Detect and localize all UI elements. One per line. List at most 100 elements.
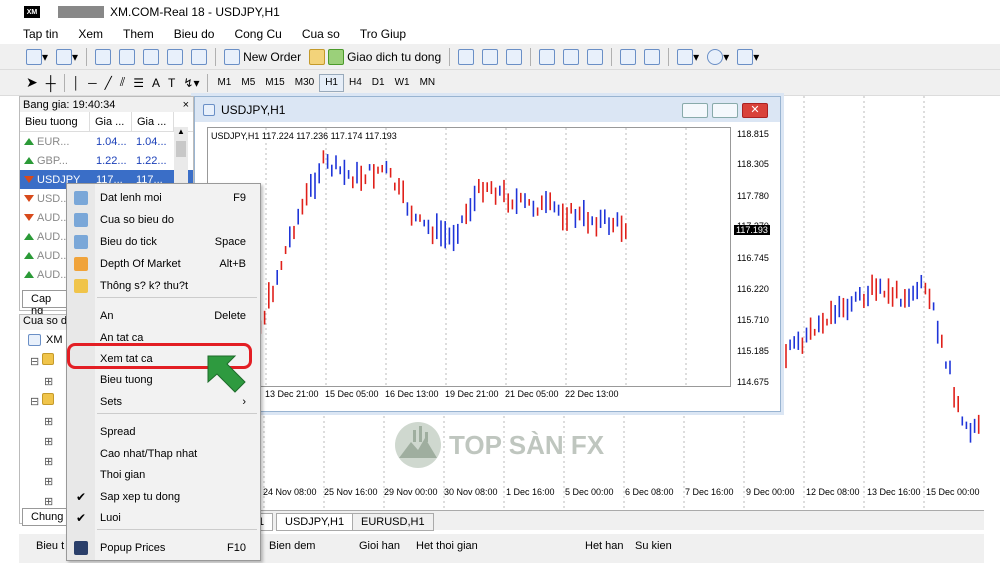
terminal-column-symbol[interactable]: Bieu t xyxy=(36,540,64,552)
fibonacci-button[interactable]: ☰ xyxy=(129,73,148,93)
menu-bar: Tap tin Xem Them Bieu do Cong Cu Cua so … xyxy=(0,24,1000,44)
context-menu-item[interactable]: Dat lenh moi F9 xyxy=(67,187,260,208)
watermark: TOP SÀN FX xyxy=(393,420,623,470)
cursor-button[interactable]: ➤ xyxy=(22,73,42,93)
menu-item-label: Depth Of Market xyxy=(100,257,181,270)
chart-plot-area[interactable]: USDJPY,H1 117.224 117.236 117.174 117.19… xyxy=(207,127,731,387)
context-menu-item[interactable]: An Delete xyxy=(67,305,260,326)
market-watch-row[interactable]: GBP... 1.22... 1.22... xyxy=(20,151,193,170)
auto-scroll-button[interactable] xyxy=(616,47,640,67)
context-menu-item[interactable]: Bieu do tick Space xyxy=(67,231,260,252)
zoom-in-button[interactable] xyxy=(535,47,559,67)
context-menu-item[interactable]: Cao nhat/Thap nhat xyxy=(67,443,260,464)
metaeditor-icon xyxy=(309,48,326,65)
market-watch-row[interactable]: EUR... 1.04... 1.04... xyxy=(20,132,193,151)
tf-w1[interactable]: W1 xyxy=(390,74,415,92)
menu-file[interactable]: Tap tin xyxy=(0,27,68,41)
terminal-column-tp[interactable]: Gioi han xyxy=(359,540,400,552)
scroll-up-icon[interactable]: ▲ xyxy=(174,127,188,139)
tf-m30[interactable]: M30 xyxy=(290,74,319,92)
time-label: 16 Dec 13:00 xyxy=(385,389,439,399)
context-menu-item[interactable]: ✔ Sap xep tu dong xyxy=(67,486,260,507)
price-label: 118.305 xyxy=(737,159,769,169)
context-menu-item[interactable]: Popup Prices F10 xyxy=(67,537,260,558)
tick-chart-icon xyxy=(74,234,88,249)
column-symbol[interactable]: Bieu tuong xyxy=(20,112,90,131)
profiles-button[interactable]: ▾ xyxy=(52,47,82,67)
maximize-button[interactable] xyxy=(712,103,738,118)
symbol-label: AUD... xyxy=(37,249,70,262)
text-button[interactable]: A xyxy=(148,73,164,93)
context-menu-item[interactable]: Cua so bieu do xyxy=(67,209,260,230)
menu-help[interactable]: Tro Giup xyxy=(350,27,416,41)
candlestick-button[interactable] xyxy=(478,47,502,67)
tf-m15[interactable]: M15 xyxy=(260,74,289,92)
new-order-button[interactable]: New Order xyxy=(220,47,305,67)
watermark-text: TOP SÀN FX xyxy=(449,430,605,460)
crosshair-button[interactable]: ┼ xyxy=(42,73,60,93)
column-ask[interactable]: Gia ... xyxy=(132,112,174,131)
arrows-button[interactable]: ↯▾ xyxy=(179,73,203,93)
periods-button[interactable]: ▾ xyxy=(703,47,733,67)
column-bid[interactable]: Gia ... xyxy=(90,112,132,131)
menu-item-label: Bieu tuong xyxy=(100,373,153,386)
chart-tab-usdjpy[interactable]: USDJPY,H1 xyxy=(276,513,354,531)
tf-h1[interactable]: H1 xyxy=(319,73,344,92)
context-menu-item[interactable]: Sets › xyxy=(67,391,260,412)
symbol-label: AUD... xyxy=(37,268,70,281)
menu-insert[interactable]: Them xyxy=(113,27,164,41)
menu-tools[interactable]: Cong Cu xyxy=(224,27,291,41)
context-menu-item[interactable]: ✔ Luoi xyxy=(67,507,260,528)
menu-separator xyxy=(97,529,257,530)
up-arrow-icon xyxy=(24,252,34,259)
menu-charts[interactable]: Bieu do xyxy=(164,27,225,41)
terminal-column-expiration[interactable]: Het han xyxy=(585,540,624,552)
price-label: 116.745 xyxy=(737,253,769,263)
minimize-button[interactable] xyxy=(682,103,708,118)
tf-d1[interactable]: D1 xyxy=(367,74,390,92)
bar-chart-button[interactable] xyxy=(454,47,478,67)
auto-trading-button[interactable]: Giao dich tu dong xyxy=(305,47,445,67)
tf-h4[interactable]: H4 xyxy=(344,74,367,92)
new-chart-button[interactable]: ▾ xyxy=(22,47,52,67)
tab-common[interactable]: Chung xyxy=(22,508,70,526)
time-label: 21 Dec 05:00 xyxy=(505,389,559,399)
bid-cell: 1.22... xyxy=(96,154,127,167)
terminal-column-events[interactable]: Su kien xyxy=(635,540,672,552)
terminal-column-expiry[interactable]: Het thoi gian xyxy=(416,540,478,552)
context-menu-item[interactable]: Thông s? k? thu?t xyxy=(67,275,260,296)
text-label-button[interactable]: T xyxy=(164,73,179,93)
tf-m5[interactable]: M5 xyxy=(236,74,260,92)
menu-window[interactable]: Cua so xyxy=(292,27,350,41)
context-menu-item[interactable]: Thoi gian xyxy=(67,464,260,485)
scroll-thumb[interactable] xyxy=(176,141,186,157)
navigator-button[interactable] xyxy=(139,47,163,67)
tf-mn[interactable]: MN xyxy=(415,74,441,92)
new-order-icon xyxy=(74,190,88,205)
candles-canvas xyxy=(209,128,687,386)
terminal-button[interactable] xyxy=(163,47,187,67)
up-arrow-icon xyxy=(24,138,34,145)
trendline-button[interactable]: ╱ xyxy=(101,73,116,93)
line-chart-button[interactable] xyxy=(502,47,526,67)
templates-button[interactable]: ▾ xyxy=(733,47,763,67)
indicators-button[interactable]: ▾ xyxy=(673,47,703,67)
terminal-column-sl[interactable]: Bien dem xyxy=(269,540,315,552)
close-button[interactable]: ✕ xyxy=(742,103,768,118)
equidistant-channel-button[interactable]: ⫽ xyxy=(116,73,129,93)
tab-symbols[interactable]: Cap ng xyxy=(22,290,70,317)
chart-tab-eurusd[interactable]: EURUSD,H1 xyxy=(352,513,434,531)
tf-m1[interactable]: M1 xyxy=(212,74,236,92)
context-menu-item[interactable]: Spread xyxy=(67,421,260,442)
vertical-line-button[interactable]: │ xyxy=(69,73,85,93)
zoom-out-button[interactable] xyxy=(559,47,583,67)
market-watch-button[interactable] xyxy=(91,47,115,67)
tile-windows-button[interactable] xyxy=(583,47,607,67)
context-menu-item[interactable]: Depth Of Market Alt+B xyxy=(67,253,260,274)
market-watch-close-icon[interactable]: × xyxy=(183,99,189,111)
strategy-tester-button[interactable] xyxy=(187,47,211,67)
chart-shift-button[interactable] xyxy=(640,47,664,67)
data-window-button[interactable] xyxy=(115,47,139,67)
horizontal-line-button[interactable]: ─ xyxy=(84,73,101,93)
menu-view[interactable]: Xem xyxy=(68,27,113,41)
